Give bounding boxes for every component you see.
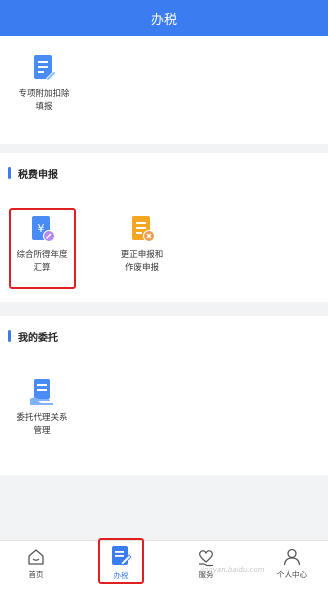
agency-relation-label: 委托代理关系 管理: [16, 413, 68, 436]
special-deduction-label: 专项附加扣除 填报: [18, 89, 70, 112]
tab-home[interactable]: 首页: [8, 547, 64, 580]
tab-profile-label: 个人中心: [277, 570, 307, 579]
home-icon: [28, 549, 44, 565]
tax-document-icon: [112, 546, 132, 566]
tab-tax[interactable]: 办税: [93, 544, 149, 581]
svg-text:¥: ¥: [38, 222, 45, 235]
tax-filing-section-title: 税费申报: [8, 165, 58, 181]
tax-filing-card: 税费申报 ¥ 综合所得年度 汇算 更正申报和 作废申报: [0, 153, 328, 302]
watermark: jingyan.baidu.com: [200, 566, 265, 574]
document-cancel-icon: [132, 216, 155, 242]
page-title: 办税: [150, 12, 177, 28]
app-header: 办税: [0, 0, 328, 36]
section-accent-bar: [8, 167, 11, 179]
tab-profile[interactable]: 个人中心: [264, 547, 320, 580]
document-edit-icon: [34, 55, 56, 82]
tab-tax-label: 办税: [113, 571, 129, 580]
annual-settlement-label: 综合所得年度 汇算: [16, 250, 68, 273]
yen-document-icon: ¥: [32, 216, 55, 242]
entrust-section-title: 我的委托: [8, 328, 58, 344]
correction-filing-tile[interactable]: 更正申报和 作废申报: [106, 215, 178, 275]
special-deduction-card: 专项附加扣除 填报: [0, 36, 328, 144]
annual-settlement-tile[interactable]: ¥ 综合所得年度 汇算: [6, 215, 78, 275]
heart-hand-icon: [199, 550, 213, 567]
agency-relation-tile[interactable]: 委托代理关系 管理: [6, 378, 78, 438]
document-hand-icon: [30, 379, 53, 405]
tab-service[interactable]: 服务: [178, 547, 234, 580]
section-accent-bar: [8, 330, 11, 342]
entrust-card: 我的委托 委托代理关系 管理: [0, 316, 328, 475]
correction-filing-label: 更正申报和 作废申报: [120, 250, 164, 273]
bottom-tab-bar: 首页 办税 服务 个人中心: [0, 538, 328, 597]
person-icon: [283, 548, 301, 566]
special-deduction-tile[interactable]: 专项附加扣除 填报: [8, 54, 80, 114]
tab-home-label: 首页: [28, 570, 44, 579]
